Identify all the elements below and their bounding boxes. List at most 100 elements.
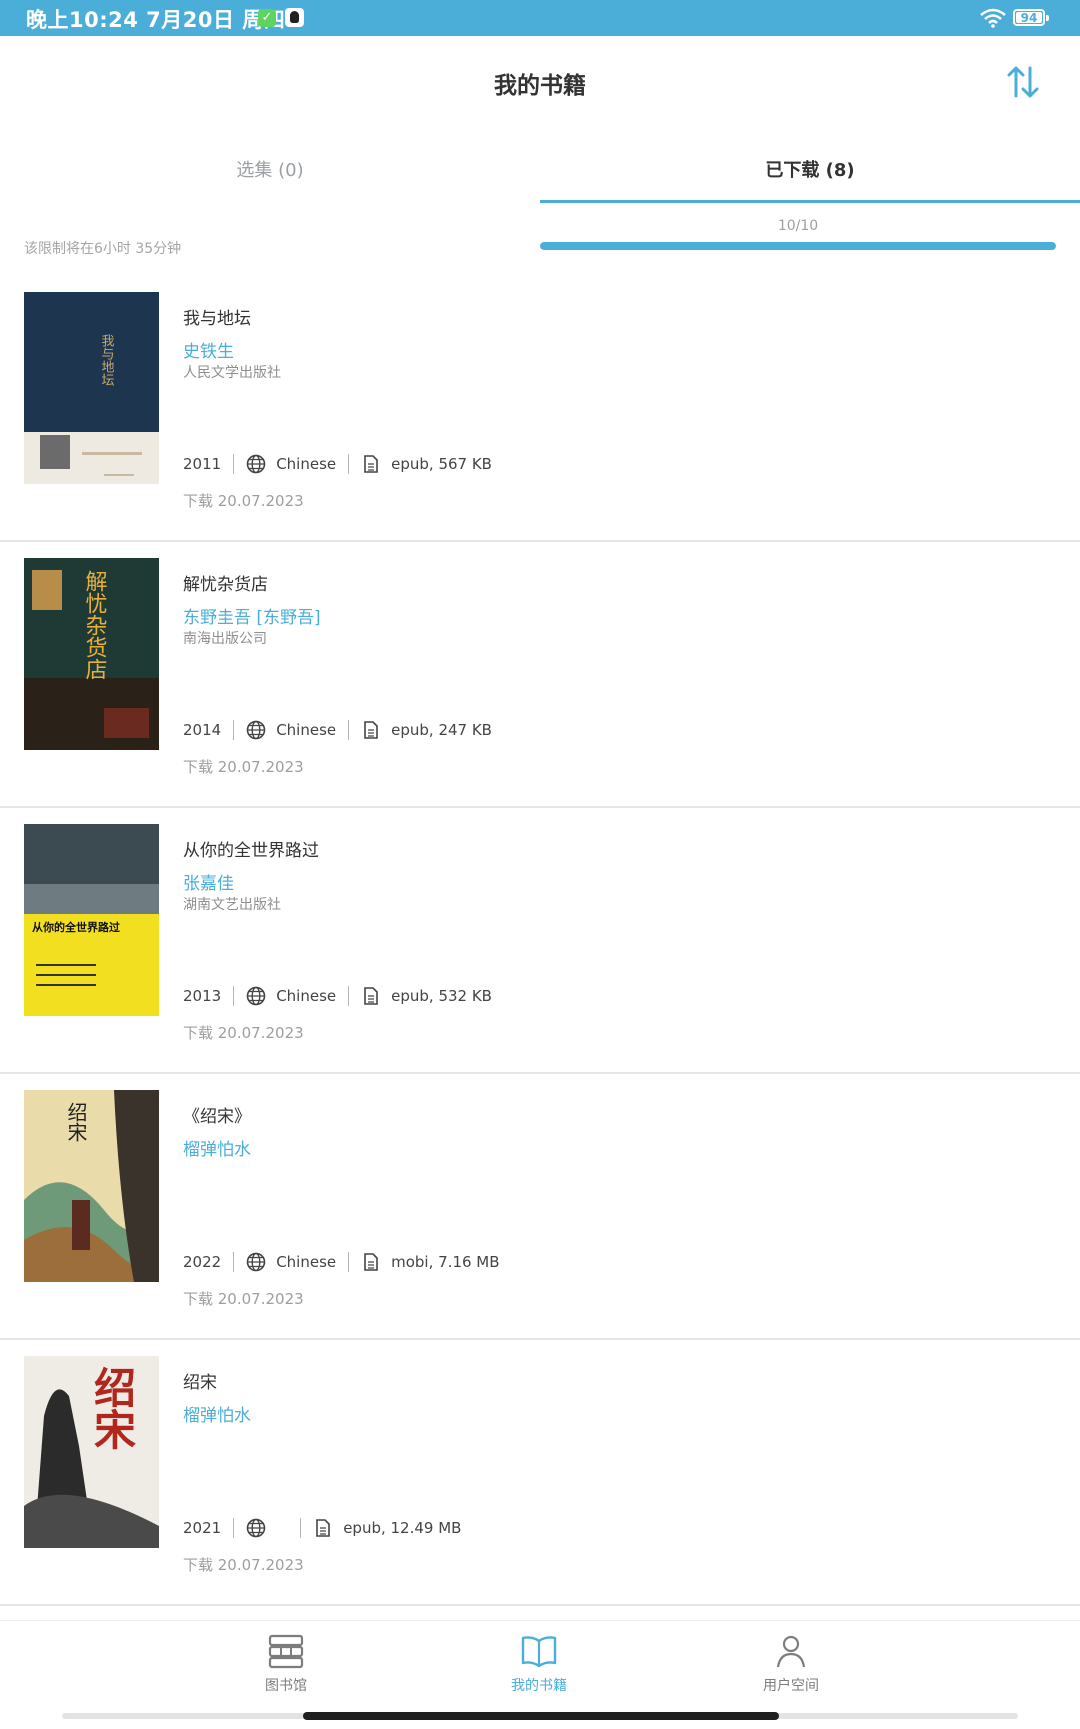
download-quota-label: 10/10 [777,218,819,234]
battery-level: 94 [1016,12,1042,24]
divider [233,720,235,740]
status-bar: 晚上10:24 7月20日 周四 ✓ 94 [0,0,1080,36]
download-notification-icon: ✓ [258,9,276,27]
bottom-navigation: 图书馆 我的书籍 用户空间 [0,1620,1080,1729]
book-year: 2022 [183,1253,222,1271]
book-meta: 2021 epub, 12.49 MB [183,1518,461,1538]
qq-notification-icon [285,8,304,27]
book-year: 2013 [183,987,222,1005]
download-quota-fill [540,242,1056,250]
download-date: 下载 20.07.2023 [183,492,304,510]
book-language: Chinese [276,721,337,739]
book-author[interactable]: 张嘉佳 [183,869,234,894]
divider [300,1518,302,1538]
sort-icon[interactable] [1006,64,1040,100]
book-language: Chinese [276,1253,337,1271]
status-time: 晚上10:24 7月20日 周四 [26,8,286,32]
tab-downloaded[interactable]: 已下载 (8) [540,156,1080,182]
book-cover[interactable]: 解忧杂货店 [24,558,159,750]
book-file-info: mobi, 7.16 MB [391,1253,500,1271]
book-publisher: 南海出版公司 [183,631,267,647]
divider [233,986,235,1006]
book-cover[interactable]: 我与地坛 [24,292,159,484]
divider [233,1518,235,1538]
globe-icon [246,1252,266,1272]
book-file-info: epub, 12.49 MB [343,1519,462,1537]
cover-title: 绍宋 [88,1366,137,1450]
book-title[interactable]: 《绍宋》 [183,1102,251,1127]
tab-collections[interactable]: 选集 (0) [0,156,540,182]
nav-my-books-label: 我的书籍 [511,1678,567,1694]
nav-library[interactable]: 图书馆 [186,1633,386,1695]
book-author[interactable]: 榴弹怕水 [183,1401,251,1426]
book-year: 2011 [183,455,222,473]
book-author[interactable]: 榴弹怕水 [183,1135,251,1160]
book-title[interactable]: 解忧杂货店 [183,570,268,595]
download-limit-text: 该限制将在6小时 35分钟 [24,241,182,257]
list-item[interactable]: 我与地坛 我与地坛 史铁生 人民文学出版社 2011 Chinese epub,… [0,276,1080,542]
list-item[interactable]: 解忧杂货店 解忧杂货店 东野圭吾 [东野吾] 南海出版公司 2014 Chine… [0,542,1080,808]
globe-icon [246,986,266,1006]
user-icon [776,1635,806,1668]
battery-icon: 94 [1013,9,1049,26]
home-indicator-active [303,1712,779,1720]
book-list: 我与地坛 我与地坛 史铁生 人民文学出版社 2011 Chinese epub,… [0,276,1080,1636]
nav-library-label: 图书馆 [265,1678,307,1694]
book-title[interactable]: 绍宋 [183,1368,217,1393]
book-language: Chinese [276,987,337,1005]
book-meta: 2013 Chinese epub, 532 KB [183,986,492,1006]
active-tab-indicator [540,200,1080,203]
divider [348,720,350,740]
file-icon [364,455,378,473]
book-file-info: epub, 247 KB [391,721,492,739]
home-indicator[interactable] [62,1712,1018,1720]
book-author[interactable]: 史铁生 [183,337,234,362]
divider [348,454,350,474]
globe-icon [246,454,266,474]
book-cover[interactable]: 从你的全世界路过 [24,824,159,1016]
divider [233,454,235,474]
cover-title: 绍宋 [64,1102,88,1142]
list-item[interactable]: 绍宋 绍宋 榴弹怕水 2021 epub, 12.49 MB 下载 20.07.… [0,1340,1080,1606]
book-title[interactable]: 我与地坛 [183,304,251,329]
page-title: 我的书籍 [494,73,586,99]
divider [233,1252,235,1272]
book-publisher: 人民文学出版社 [183,365,281,381]
list-item[interactable]: 绍宋 《绍宋》 榴弹怕水 2022 Chinese mobi, 7.16 MB … [0,1074,1080,1340]
cover-title: 从你的全世界路过 [32,920,120,934]
book-file-info: epub, 532 KB [391,987,492,1005]
file-icon [364,721,378,739]
file-icon [364,1253,378,1271]
book-meta: 2022 Chinese mobi, 7.16 MB [183,1252,500,1272]
book-year: 2014 [183,721,222,739]
book-meta: 2014 Chinese epub, 247 KB [183,720,492,740]
book-cover[interactable]: 绍宋 [24,1356,159,1548]
download-quota-bar [540,242,1056,250]
divider [348,986,350,1006]
file-icon [316,1519,330,1537]
book-author[interactable]: 东野圭吾 [东野吾] [183,603,321,628]
download-date: 下载 20.07.2023 [183,1556,304,1574]
book-open-icon [521,1636,557,1668]
download-date: 下载 20.07.2023 [183,1024,304,1042]
divider [348,1252,350,1272]
book-file-info: epub, 567 KB [391,455,492,473]
book-meta: 2011 Chinese epub, 567 KB [183,454,492,474]
book-language: Chinese [276,455,337,473]
nav-my-books[interactable]: 我的书籍 [439,1633,639,1695]
file-icon [364,987,378,1005]
list-item[interactable]: 从你的全世界路过 从你的全世界路过 张嘉佳 湖南文艺出版社 2013 Chine… [0,808,1080,1074]
nav-user-space[interactable]: 用户空间 [691,1633,891,1695]
download-date: 下载 20.07.2023 [183,1290,304,1308]
library-icon [268,1634,304,1669]
book-title[interactable]: 从你的全世界路过 [183,836,319,861]
cover-title: 解忧杂货店 [82,570,108,680]
nav-user-space-label: 用户空间 [763,1678,819,1694]
download-date: 下载 20.07.2023 [183,758,304,776]
globe-icon [246,720,266,740]
cover-title: 我与地坛 [99,334,115,386]
book-cover[interactable]: 绍宋 [24,1090,159,1282]
book-publisher: 湖南文艺出版社 [183,897,281,913]
book-year: 2021 [183,1519,222,1537]
globe-icon [246,1518,266,1538]
